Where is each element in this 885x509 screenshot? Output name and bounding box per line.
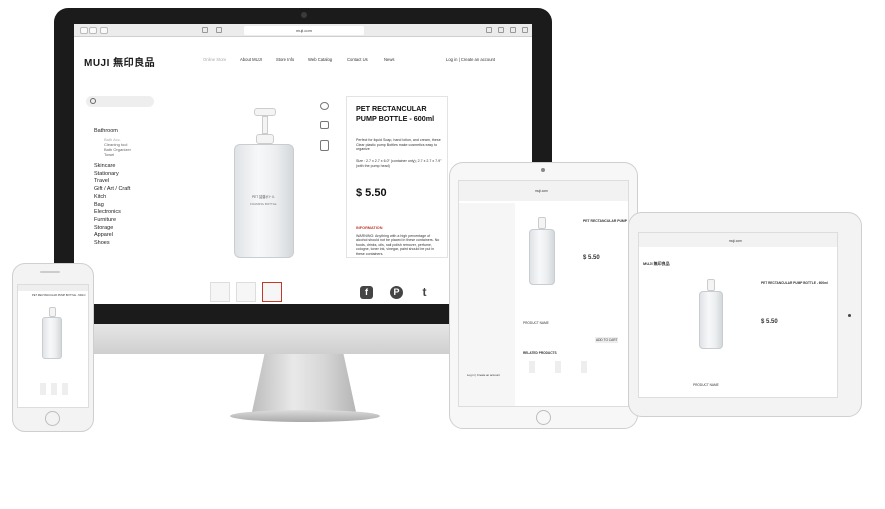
facebook-icon[interactable]: f	[360, 286, 373, 299]
nav-web-catalog[interactable]: Web Catalog	[308, 57, 332, 62]
ipad-landscape-screen: muji.com MUJI 無印良品 PET RECTANCULAR PUMP …	[638, 232, 838, 398]
back-button[interactable]	[80, 27, 88, 34]
category-item[interactable]: Furniture	[94, 217, 130, 225]
login-link[interactable]: Log in | Create an account	[446, 57, 495, 62]
category-item[interactable]: Storage	[94, 225, 130, 233]
ipad-table-header: PRODUCT NAME	[523, 321, 549, 325]
mail-icon[interactable]	[320, 121, 329, 129]
category-item[interactable]: Electronics	[94, 209, 130, 217]
address-bar[interactable]: muji.com	[244, 26, 364, 35]
search-input[interactable]	[86, 96, 154, 107]
ipadl-product-image	[699, 279, 723, 349]
product-size: Size : 2.7 x 2.7 x 6.0" (container only)…	[356, 159, 442, 168]
browser-toolbar: muji.com	[74, 24, 532, 37]
bottle-sublabel: FOAMING BOTTLE	[250, 202, 277, 206]
nav-store-info[interactable]: Store Info	[276, 57, 294, 62]
imac-foot	[230, 410, 380, 422]
heart-icon[interactable]	[320, 102, 329, 110]
category-item[interactable]: Stationary	[94, 171, 130, 179]
imac-camera	[301, 12, 307, 18]
product-description: Perfect for liquid Soap, hand lotion, an…	[356, 138, 441, 152]
ipad-home-button[interactable]	[536, 410, 551, 425]
ipad-product-image	[529, 217, 555, 285]
ipadl-url[interactable]: muji.com	[729, 239, 742, 243]
iphone-speaker	[40, 271, 60, 273]
share-icon[interactable]	[216, 27, 222, 33]
new-tab-icon[interactable]	[522, 27, 528, 33]
info-text: WARNING: Anything with a high percentage…	[356, 234, 440, 256]
category-item[interactable]: Gift / Art / Craft	[94, 186, 130, 194]
category-item[interactable]: Bag	[94, 202, 130, 210]
iphone-title: PET RECTANCULAR PUMP BOTTLE - 600ml	[32, 294, 86, 297]
info-heading: INFORMATION	[356, 226, 383, 230]
related-products-heading: RELATED PRODUCTS	[523, 351, 557, 355]
product-thumbnail[interactable]	[236, 282, 256, 302]
iphone-screen: PET RECTANCULAR PUMP BOTTLE - 600ml	[17, 284, 89, 408]
ipadl-product-title: PET RECTANCULAR PUMP BOTTLE - 600ml	[761, 281, 828, 285]
tabs-icon[interactable]	[510, 27, 516, 33]
product-thumbnail[interactable]	[210, 282, 230, 302]
device-mockup-scene: muji.com MUJI 無印良品 Online Store About MU…	[0, 0, 885, 509]
nav-news[interactable]: News	[384, 57, 394, 62]
nav-about[interactable]: About MUJI	[240, 57, 262, 62]
ipad-product-title: PET RECTANCULAR PUMP BOTTLE - 600ml	[583, 219, 628, 223]
category-item[interactable]: Skincare	[94, 163, 130, 171]
ipad-camera	[541, 168, 545, 172]
product-image: PET 詰替ボトル FOAMING BOTTLE	[234, 108, 294, 258]
category-list: Skincare Stationary Travel Gift / Art / …	[94, 163, 130, 248]
search-icon	[90, 98, 96, 104]
download-icon[interactable]	[498, 27, 504, 33]
product-title: PET RECTANCULAR PUMP BOTTLE - 600ml	[356, 104, 435, 123]
twitter-icon[interactable]: t	[418, 286, 431, 299]
product-price: $ 5.50	[356, 187, 387, 199]
ipadl-logo[interactable]: MUJI 無印良品	[643, 261, 670, 267]
product-thumbnail[interactable]	[262, 282, 282, 302]
info-icon[interactable]	[486, 27, 492, 33]
bottle-label: PET 詰替ボトル	[252, 195, 275, 199]
category-item[interactable]: Travel	[94, 178, 130, 186]
ipadl-price: $ 5.50	[761, 319, 778, 325]
ipad-screen: muji.com MUJI 無印良品 PET RECTANCULAR PUMP …	[458, 180, 629, 407]
ipadl-table-header: PRODUCT NAME	[693, 383, 719, 387]
ipad-price: $ 5.50	[583, 255, 600, 261]
subcategory-item[interactable]: Towel	[104, 152, 131, 157]
category-bathroom[interactable]: Bathroom	[94, 128, 118, 134]
category-item[interactable]: Apparel	[94, 232, 130, 240]
iphone-product-image	[42, 307, 62, 359]
sidebar-button[interactable]	[100, 27, 108, 34]
category-item[interactable]: Kitch	[94, 194, 130, 202]
subcategory-list: Bath Acc. Cleaning tool Bath Organizer T…	[104, 137, 131, 157]
nav-online-store[interactable]: Online Store	[203, 57, 226, 62]
copy-icon[interactable]	[320, 140, 329, 151]
ipad-landscape-camera	[848, 314, 851, 317]
iphone-home-button[interactable]	[45, 411, 60, 426]
nav-contact[interactable]: Contact Us	[347, 57, 368, 62]
imac-stand	[252, 354, 356, 412]
ipad-login[interactable]: Log in | Create an account	[467, 373, 500, 377]
ipad-url[interactable]: muji.com	[535, 189, 548, 193]
shield-icon	[202, 27, 208, 33]
pinterest-icon[interactable]: P	[390, 286, 403, 299]
add-to-cart-button[interactable]: ADD TO CART	[595, 337, 619, 343]
forward-button[interactable]	[89, 27, 97, 34]
brand-logo[interactable]: MUJI 無印良品	[84, 54, 155, 69]
category-item[interactable]: Shoes	[94, 240, 130, 248]
